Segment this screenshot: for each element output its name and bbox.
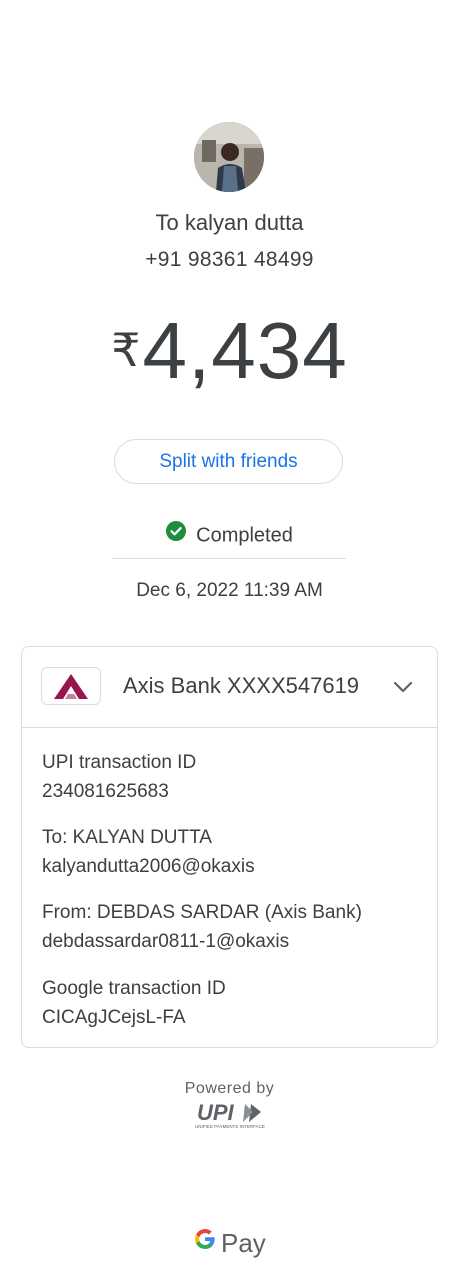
recipient-details: To: KALYAN DUTTA kalyandutta2006@okaxis (42, 823, 255, 881)
google-transaction-id-label: Google transaction ID (42, 978, 226, 999)
upi-logo-text: UPI (197, 1100, 235, 1125)
recipient-avatar (194, 122, 264, 192)
payment-amount: ₹4,434 (0, 305, 459, 397)
google-g-icon (193, 1227, 217, 1258)
transaction-datetime: Dec 6, 2022 11:39 AM (136, 580, 323, 601)
recipient-phone: +91 98361 48499 (145, 248, 314, 271)
upi-logo: UPI UNIFIED PAYMENTS INTERFACE (195, 1100, 265, 1135)
axis-bank-logo-icon (41, 667, 101, 705)
gpay-label: Pay (221, 1228, 266, 1258)
bank-account-label: Axis Bank XXXX547619 (123, 673, 360, 698)
status-divider (112, 558, 346, 559)
currency-symbol: ₹ (111, 324, 141, 376)
upi-tagline: UNIFIED PAYMENTS INTERFACE (195, 1124, 265, 1129)
bank-account-row[interactable]: Axis Bank XXXX547619 (22, 647, 437, 728)
google-transaction-id: Google transaction ID CICAgJCejsL-FA (42, 974, 226, 1032)
upi-transaction-id-value: 234081625683 (42, 781, 169, 802)
status-label: Completed (196, 524, 293, 547)
check-circle-icon (166, 521, 187, 547)
upi-transaction-id: UPI transaction ID 234081625683 (42, 748, 196, 806)
amount-value: 4,434 (142, 306, 348, 395)
avatar-photo (194, 122, 264, 192)
powered-by-label: Powered by (184, 1080, 275, 1097)
payment-status: Completed (0, 521, 459, 549)
transaction-details-card: Axis Bank XXXX547619 UPI transaction ID … (21, 646, 438, 1048)
chevron-down-icon[interactable] (391, 675, 415, 704)
recipient-upi-id: kalyandutta2006@okaxis (42, 856, 255, 877)
google-pay-logo: Pay (193, 1228, 266, 1261)
google-transaction-id-value: CICAgJCejsL-FA (42, 1007, 186, 1028)
split-with-friends-button[interactable]: Split with friends (114, 439, 343, 484)
recipient-name: To kalyan dutta (155, 210, 304, 235)
sender-details-label: From: DEBDAS SARDAR (Axis Bank) (42, 902, 362, 923)
recipient-details-label: To: KALYAN DUTTA (42, 827, 212, 848)
sender-upi-id: debdassardar0811-1@okaxis (42, 931, 290, 952)
sender-details: From: DEBDAS SARDAR (Axis Bank) debdassa… (42, 898, 362, 956)
upi-transaction-id-label: UPI transaction ID (42, 752, 197, 773)
